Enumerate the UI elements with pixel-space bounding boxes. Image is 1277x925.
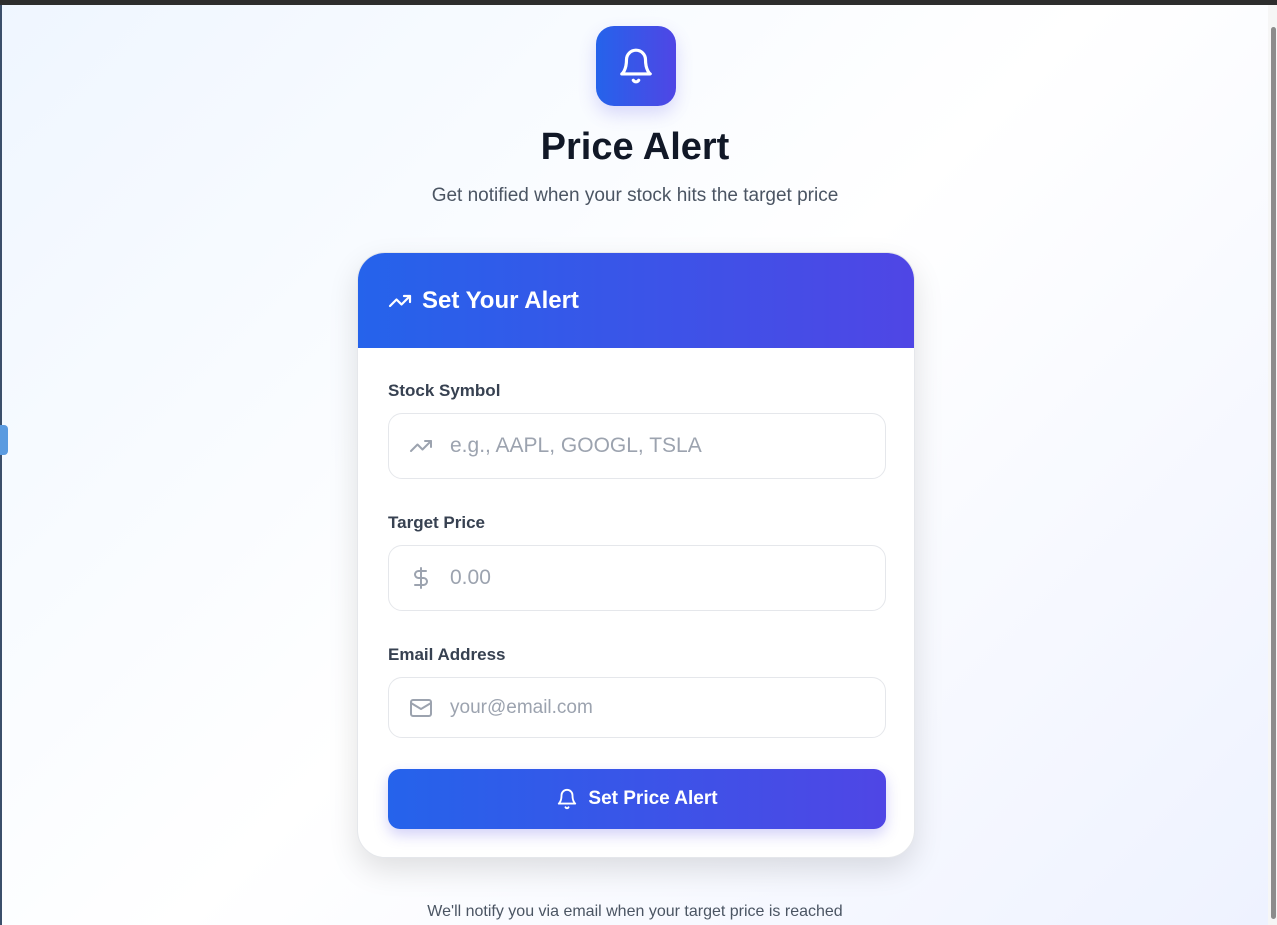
trending-up-icon bbox=[410, 440, 432, 452]
target-price-label: Target Price bbox=[388, 513, 486, 532]
alert-form-card: Set Your Alert Stock Symbol Target Price… bbox=[357, 252, 915, 858]
bell-icon bbox=[620, 48, 652, 84]
target-price-input[interactable] bbox=[448, 565, 872, 591]
target-price-field[interactable] bbox=[388, 545, 886, 611]
card-title: Set Your Alert bbox=[422, 286, 579, 314]
stock-symbol-input[interactable] bbox=[448, 433, 872, 459]
page-title: Price Alert bbox=[540, 126, 730, 168]
email-label: Email Address bbox=[388, 645, 506, 664]
stock-symbol-label: Stock Symbol bbox=[388, 381, 501, 400]
footer-note: We'll notify you via email when your tar… bbox=[427, 903, 843, 920]
set-price-alert-label: Set Price Alert bbox=[588, 788, 718, 809]
trending-up-icon bbox=[388, 294, 412, 307]
dollar-icon bbox=[414, 567, 428, 589]
scrollbar-thumb[interactable] bbox=[1271, 27, 1276, 919]
window-top-bar bbox=[0, 0, 1277, 5]
app-logo bbox=[596, 26, 676, 106]
stock-symbol-field[interactable] bbox=[388, 413, 886, 479]
set-price-alert-button[interactable]: Set Price Alert bbox=[388, 769, 886, 829]
email-input[interactable] bbox=[448, 695, 872, 720]
bell-icon bbox=[558, 789, 577, 810]
card-header: Set Your Alert bbox=[358, 253, 914, 348]
page-subtitle: Get notified when your stock hits the ta… bbox=[431, 185, 839, 206]
email-field[interactable] bbox=[388, 677, 886, 738]
side-panel-handle[interactable] bbox=[0, 425, 8, 455]
mail-icon bbox=[410, 698, 432, 717]
